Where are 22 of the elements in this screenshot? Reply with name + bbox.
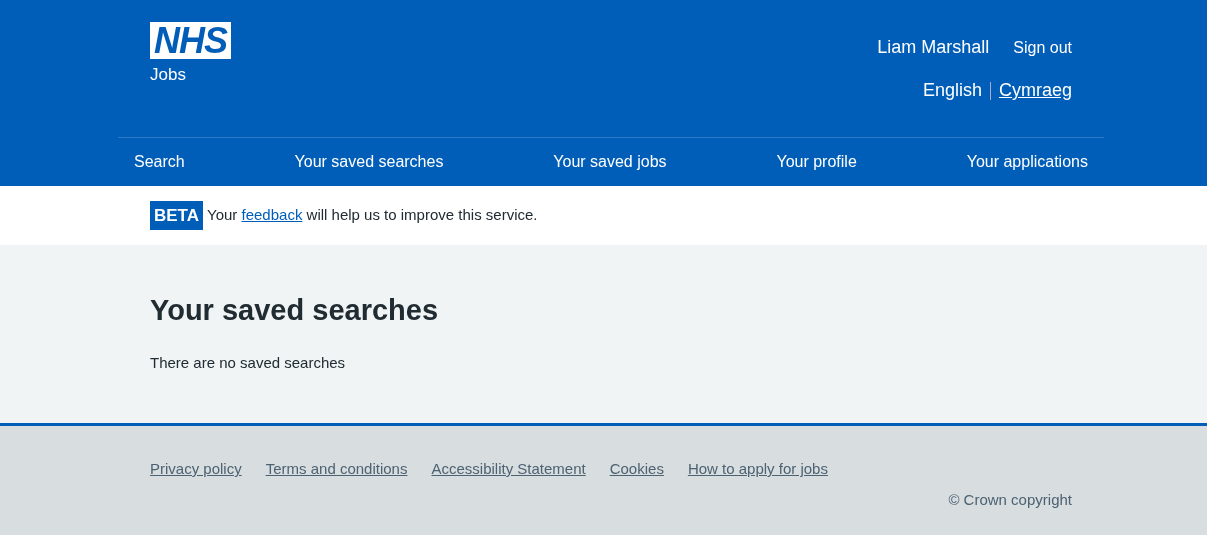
user-name: Liam Marshall	[877, 36, 990, 59]
nav-link[interactable]: Your profile	[776, 150, 857, 174]
footer-link[interactable]: Privacy policy	[150, 458, 242, 481]
sign-out-link[interactable]: Sign out	[1013, 35, 1072, 60]
nav-link[interactable]: Your saved searches	[294, 150, 444, 174]
footer-link[interactable]: Terms and conditions	[265, 458, 408, 481]
footer-link[interactable]: Cookies	[609, 458, 664, 481]
empty-message: There are no saved searches	[150, 352, 347, 373]
feedback-message: Your feedback will help us to improve this service.	[207, 205, 538, 226]
nhs-logo[interactable]: NHS	[150, 22, 231, 59]
copyright-text: © Crown copyright	[948, 489, 1072, 510]
feedback-link[interactable]: feedback	[241, 206, 303, 224]
footer-link[interactable]: How to apply for jobs	[687, 458, 828, 481]
service-name: Jobs	[150, 64, 187, 86]
nav-link[interactable]: Your applications	[966, 150, 1088, 174]
nav-link[interactable]: Your saved jobs	[553, 150, 667, 174]
footer-link[interactable]: Accessibility Statement	[431, 458, 586, 481]
nav-link[interactable]: Search	[134, 150, 185, 174]
language-link[interactable]: Cymraeg	[998, 77, 1072, 104]
current-language: English	[922, 79, 982, 102]
beta-tag: BETA	[150, 200, 203, 231]
page-title: Your saved searches	[150, 293, 440, 328]
